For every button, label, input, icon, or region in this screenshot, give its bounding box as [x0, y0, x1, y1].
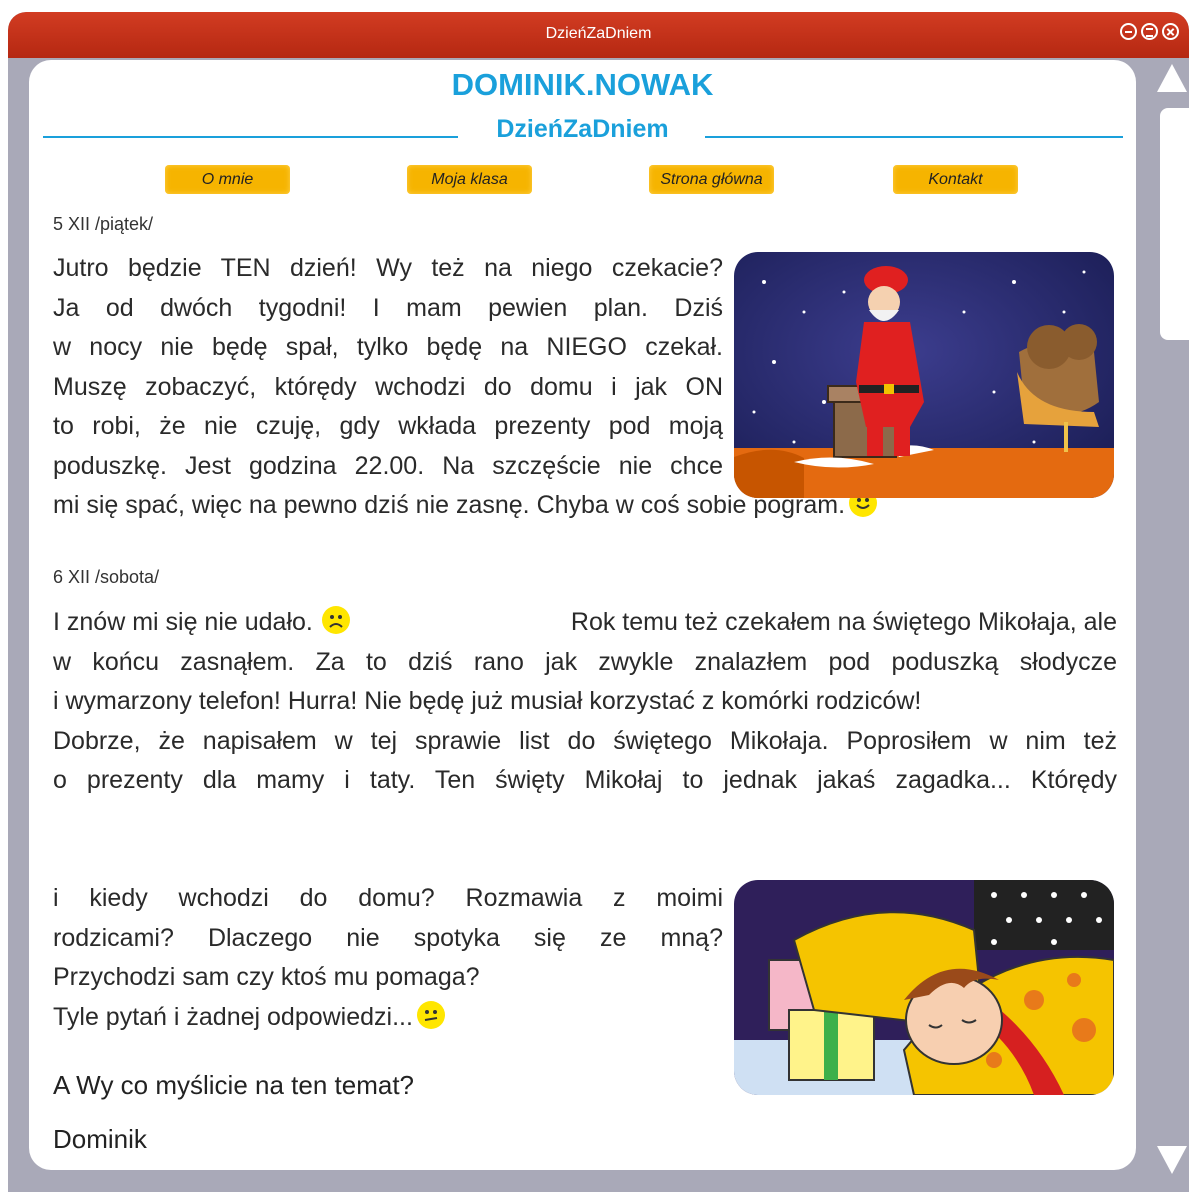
- post-line: to robi, że nie czuję, gdy wkłada prezen…: [53, 412, 723, 440]
- santa-illustration: [734, 252, 1114, 498]
- scroll-up-icon[interactable]: [1157, 64, 1187, 92]
- window-title: DzieńZaDniem: [545, 25, 652, 42]
- confused-icon: [416, 1000, 445, 1029]
- maximize-icon[interactable]: [1141, 23, 1158, 40]
- post-date: 5 XII /piątek/: [53, 214, 154, 234]
- post-line: Tyle pytań i żadnej odpowiedzi...: [53, 1002, 413, 1031]
- window-controls: [1120, 23, 1179, 40]
- post-line-container: I znów mi się nie udało. Rok temu też cz…: [53, 603, 1117, 643]
- post-body: I znów mi się nie udało. Rok temu też cz…: [53, 603, 1117, 801]
- post-line: Muszę zobaczyć, którędy wchodzi do domu …: [53, 372, 723, 401]
- closing-question: A Wy co myślicie na ten temat?: [53, 1070, 415, 1100]
- app-window: DzieńZaDniem DOMINIK.NOWAK DzieńZaDniem …: [8, 12, 1189, 1192]
- blog-page: DOMINIK.NOWAK DzieńZaDniem O mnie Moja k…: [29, 60, 1136, 1170]
- post-line: Dobrze, że napisałem w tej sprawie list …: [53, 726, 1117, 755]
- scroll-down-icon[interactable]: [1157, 1146, 1187, 1174]
- site-title: DOMINIK.NOWAK: [451, 67, 714, 102]
- blog-subtitle: DzieńZaDniem: [496, 115, 669, 143]
- title-bar: DzieńZaDniem: [8, 12, 1189, 58]
- post-body-narrow: i kiedy wchodzi do domu? Rozmawia z moim…: [53, 879, 723, 1037]
- post-line: mi się spać, więc na pewno dziś nie zasn…: [53, 491, 846, 519]
- post-line: rodzicami? Dlaczego nie spotyka się ze m…: [53, 923, 723, 952]
- nav-contact[interactable]: Kontakt: [893, 165, 1018, 194]
- sleeping-boy-illustration: [734, 880, 1114, 1095]
- post-line: o prezenty dla mamy i taty. Ten święty M…: [53, 766, 1117, 794]
- post-line: i wymarzony telefon! Hurra! Nie będę już…: [53, 687, 922, 715]
- close-icon[interactable]: [1162, 23, 1179, 40]
- post-line: Ja od dwóch tygodni! I mam pewien plan. …: [53, 293, 723, 322]
- signature: Dominik: [53, 1124, 147, 1154]
- post-line: w nocy nie będę spał, tylko będę na NIEG…: [53, 333, 723, 361]
- sad-icon: [321, 606, 350, 634]
- post-line: poduszkę. Jest godzina 22.00. Na szczęśc…: [53, 451, 723, 480]
- post-date: 6 XII /sobota/: [53, 567, 160, 587]
- post-line: Przychodzi sam czy ktoś mu pomaga?: [53, 963, 480, 991]
- post-line: i kiedy wchodzi do domu? Rozmawia z moim…: [53, 884, 723, 912]
- minimize-icon[interactable]: [1120, 23, 1137, 40]
- post-line-container: Tyle pytań i żadnej odpowiedzi...: [53, 998, 723, 1038]
- nav-my-class[interactable]: Moja klasa: [407, 165, 532, 194]
- nav-about[interactable]: O mnie: [165, 165, 290, 194]
- post-body: Jutro będzie TEN dzień! Wy też na niego …: [53, 249, 723, 486]
- post-line: w końcu zasnąłem. Za to dziś rano jak zw…: [53, 647, 1117, 676]
- vertical-scrollbar[interactable]: [1156, 60, 1189, 1192]
- scroll-thumb[interactable]: [1160, 108, 1189, 340]
- post-line-end: Rok temu też czekałem na świętego Mikoła…: [570, 608, 1117, 636]
- nav-home[interactable]: Strona główna: [649, 165, 774, 194]
- post-line-start: I znów mi się nie udało.: [53, 608, 313, 636]
- post-line: Jutro będzie TEN dzień! Wy też na niego …: [53, 254, 723, 282]
